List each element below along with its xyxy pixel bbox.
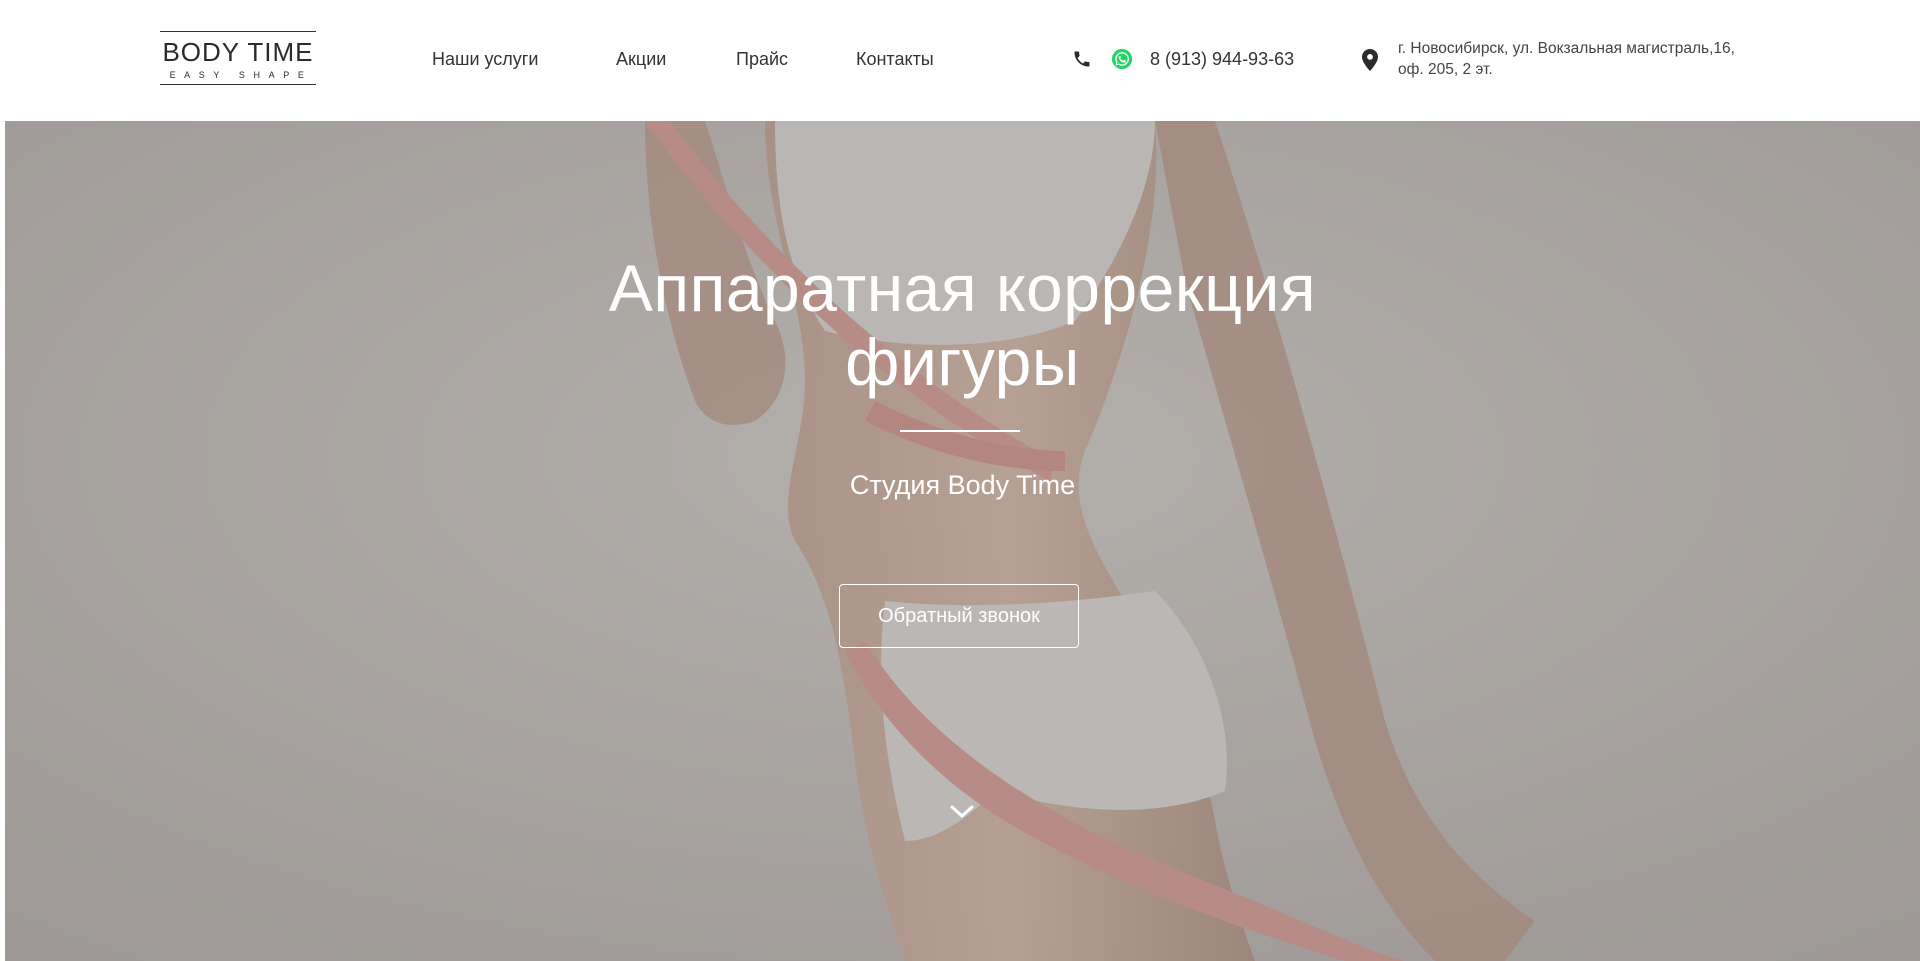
map-pin-icon	[1362, 49, 1378, 71]
hero-title-line-1: Аппаратная коррекция	[608, 251, 1317, 325]
chevron-down-icon[interactable]	[947, 802, 977, 822]
hero-section: Аппаратная коррекция фигуры Студия Body …	[5, 121, 1920, 961]
hero-subtitle: Студия Body Time	[849, 470, 1076, 500]
nav-item-services[interactable]: Наши услуги	[432, 48, 538, 70]
site-header: BODY TIME EASY SHAPE Наши услуги Акции П…	[0, 0, 1920, 121]
callback-button[interactable]: Обратный звонок	[839, 584, 1079, 648]
phone-icon[interactable]	[1072, 49, 1092, 69]
nav-item-prices[interactable]: Прайс	[736, 48, 788, 70]
logo-tagline: EASY SHAPE	[169, 70, 313, 80]
address-line-1: г. Новосибирск, ул. Вокзальная магистрал…	[1398, 40, 1735, 57]
whatsapp-icon[interactable]	[1111, 48, 1133, 70]
logo-top-rule	[160, 31, 316, 32]
logo-wordmark: BODY TIME	[162, 37, 314, 67]
hero-divider	[900, 430, 1020, 432]
nav-item-contacts[interactable]: Контакты	[856, 48, 934, 70]
logo-bottom-rule	[160, 84, 316, 85]
hero-background-photo	[5, 121, 1920, 961]
hero-title: Аппаратная коррекция фигуры	[5, 251, 1920, 399]
address-block: г. Новосибирск, ул. Вокзальная магистрал…	[1398, 38, 1788, 80]
brand-logo[interactable]: BODY TIME EASY SHAPE	[160, 31, 316, 89]
phone-number[interactable]: 8 (913) 944-93-63	[1150, 48, 1294, 70]
address-line-2: оф. 205, 2 эт.	[1398, 61, 1493, 78]
hero-title-line-2: фигуры	[845, 325, 1080, 399]
nav-item-promotions[interactable]: Акции	[616, 48, 666, 70]
